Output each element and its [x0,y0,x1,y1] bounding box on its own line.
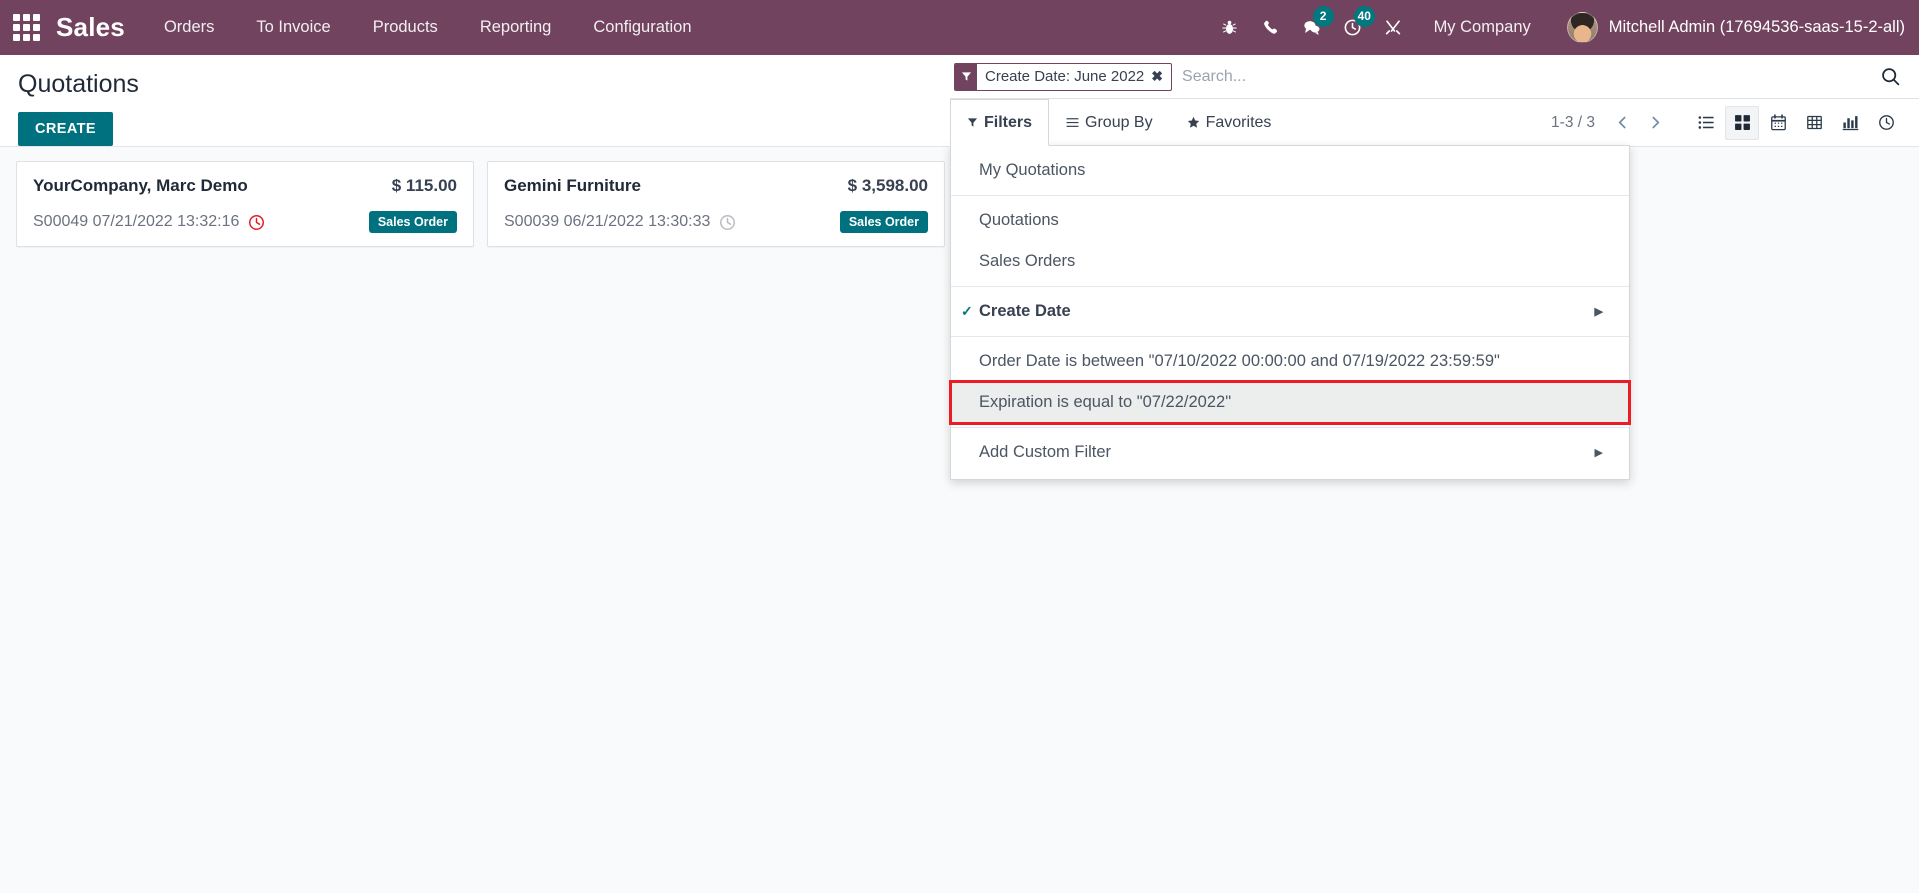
search-facet-label: Create Date: June 2022 [985,68,1145,85]
apps-menu-button[interactable] [0,0,52,55]
filter-item-label: Add Custom Filter [979,443,1112,461]
pager: 1-3 / 3 [1551,112,1669,133]
filters-dropdown-toggle[interactable]: Filters [950,99,1050,146]
clock-icon[interactable] [248,214,265,231]
kanban-card-header: Gemini Furniture $ 3,598.00 [504,176,928,196]
create-button[interactable]: CREATE [18,112,113,146]
filter-item-my-quotations[interactable]: My Quotations [951,150,1629,191]
chevron-right-icon: ▶ [1594,306,1603,318]
menu-item-orders[interactable]: Orders [143,0,235,55]
top-navbar: Sales Orders To Invoice Products Reporti… [0,0,1919,55]
kanban-card[interactable]: Gemini Furniture $ 3,598.00 S00039 06/21… [487,161,945,247]
order-reference: S00049 07/21/2022 13:32:16 [33,213,240,230]
control-panel-left: Quotations CREATE [0,55,950,146]
view-switcher [1689,105,1903,140]
menu-item-configuration[interactable]: Configuration [572,0,712,55]
divider [951,336,1629,337]
search-toolbar: Filters Group By Favorites 1-3 / 3 My Qu… [949,99,1919,480]
group-by-label: Group By [1085,113,1153,131]
user-menu[interactable]: Mitchell Admin (17694536-saas-15-2-all) [1551,0,1905,55]
company-switcher[interactable]: My Company [1414,0,1551,55]
phone-icon[interactable] [1250,0,1291,55]
close-icon[interactable]: ✖ [1151,68,1171,85]
apps-grid-icon [12,14,40,41]
pager-value: 1-3 / 3 [1551,113,1595,131]
menu-item-to-invoice[interactable]: To Invoice [235,0,351,55]
clock-icon[interactable] [719,214,736,231]
main-menu: Orders To Invoice Products Reporting Con… [143,0,713,55]
avatar [1566,12,1598,43]
control-panel: Quotations CREATE Create Date: June 2022… [0,55,1919,480]
search-facet-create-date[interactable]: Create Date: June 2022 ✖ [954,62,1173,91]
kanban-card-footer: S00039 06/21/2022 13:30:33 Sales Order [504,211,928,233]
filter-item-expiration-equal[interactable]: Expiration is equal to "07/22/2022" [949,380,1631,425]
filter-item-create-date[interactable]: ✓ Create Date ▶ [951,291,1629,332]
chevron-right-icon: ▶ [1594,447,1603,459]
messages-badge: 2 [1312,6,1334,27]
order-amount: $ 3,598.00 [847,176,928,195]
menu-item-reporting[interactable]: Reporting [459,0,573,55]
filter-item-sales-orders[interactable]: Sales Orders [951,241,1629,282]
filter-funnel-icon [955,63,977,90]
activities-clock-icon[interactable]: 40 [1332,0,1375,55]
navbar-right-tools: 2 40 My Company Mitchell Admin (17694536… [1209,0,1905,55]
customer-name: Gemini Furniture [504,176,641,195]
menu-item-products[interactable]: Products [352,0,459,55]
filter-item-label: Expiration is equal to "07/22/2022" [979,393,1232,411]
filter-item-label: Create Date [979,302,1071,320]
status-badge: Sales Order [839,211,928,233]
pager-previous-button[interactable] [1609,112,1636,133]
status-badge: Sales Order [368,211,457,233]
tools-wrench-icon[interactable] [1373,0,1414,55]
kanban-card-footer: S00049 07/21/2022 13:32:16 Sales Order [33,211,457,233]
app-brand-title[interactable]: Sales [52,12,143,43]
filter-funnel-icon [967,117,978,128]
search-input[interactable] [1172,62,1878,91]
group-by-dropdown-toggle[interactable]: Group By [1049,99,1170,146]
graph-view-icon[interactable] [1833,106,1867,140]
filter-item-quotations[interactable]: Quotations [951,200,1629,241]
filter-item-label: My Quotations [979,161,1086,179]
list-view-icon[interactable] [1689,106,1723,140]
filter-item-label: Order Date is between "07/10/2022 00:00:… [979,352,1500,370]
order-reference: S00039 06/21/2022 13:30:33 [504,213,711,230]
favorites-label: Favorites [1205,113,1272,131]
divider [951,427,1629,428]
control-panel-right: Create Date: June 2022 ✖ Filters [949,55,1919,480]
search-icon[interactable] [1878,66,1903,87]
star-icon [1187,116,1200,129]
customer-name: YourCompany, Marc Demo [33,176,248,195]
filter-item-label: Sales Orders [979,252,1076,270]
kanban-view-icon[interactable] [1725,105,1759,140]
activity-view-icon[interactable] [1869,106,1903,140]
filter-item-order-date-between[interactable]: Order Date is between "07/10/2022 00:00:… [951,341,1629,382]
calendar-view-icon[interactable] [1761,106,1795,140]
divider [951,286,1629,287]
pivot-view-icon[interactable] [1797,106,1831,140]
pager-next-button[interactable] [1642,112,1669,133]
messages-icon[interactable]: 2 [1291,0,1334,55]
filter-item-add-custom-filter[interactable]: Add Custom Filter ▶ [951,432,1629,473]
filters-dropdown-menu: My Quotations Quotations Sales Orders ✓ … [949,145,1631,480]
search-view: Create Date: June 2022 ✖ [950,55,1919,99]
kanban-card-header: YourCompany, Marc Demo $ 115.00 [33,176,457,196]
kanban-card[interactable]: YourCompany, Marc Demo $ 115.00 S00049 0… [16,161,474,247]
control-panel-top: Quotations CREATE Create Date: June 2022… [0,55,1919,480]
filter-item-label: Quotations [979,211,1059,229]
list-lines-icon [1066,117,1079,128]
filters-label: Filters [984,113,1033,131]
search-dropdown-toggles: Filters Group By Favorites [950,99,1288,146]
divider [951,195,1629,196]
user-name-label: Mitchell Admin (17694536-saas-15-2-all) [1608,18,1905,36]
favorites-dropdown-toggle[interactable]: Favorites [1170,99,1289,146]
order-amount: $ 115.00 [391,176,457,195]
bug-icon[interactable] [1209,0,1250,55]
check-icon: ✓ [961,303,973,319]
page-title: Quotations [18,70,139,98]
